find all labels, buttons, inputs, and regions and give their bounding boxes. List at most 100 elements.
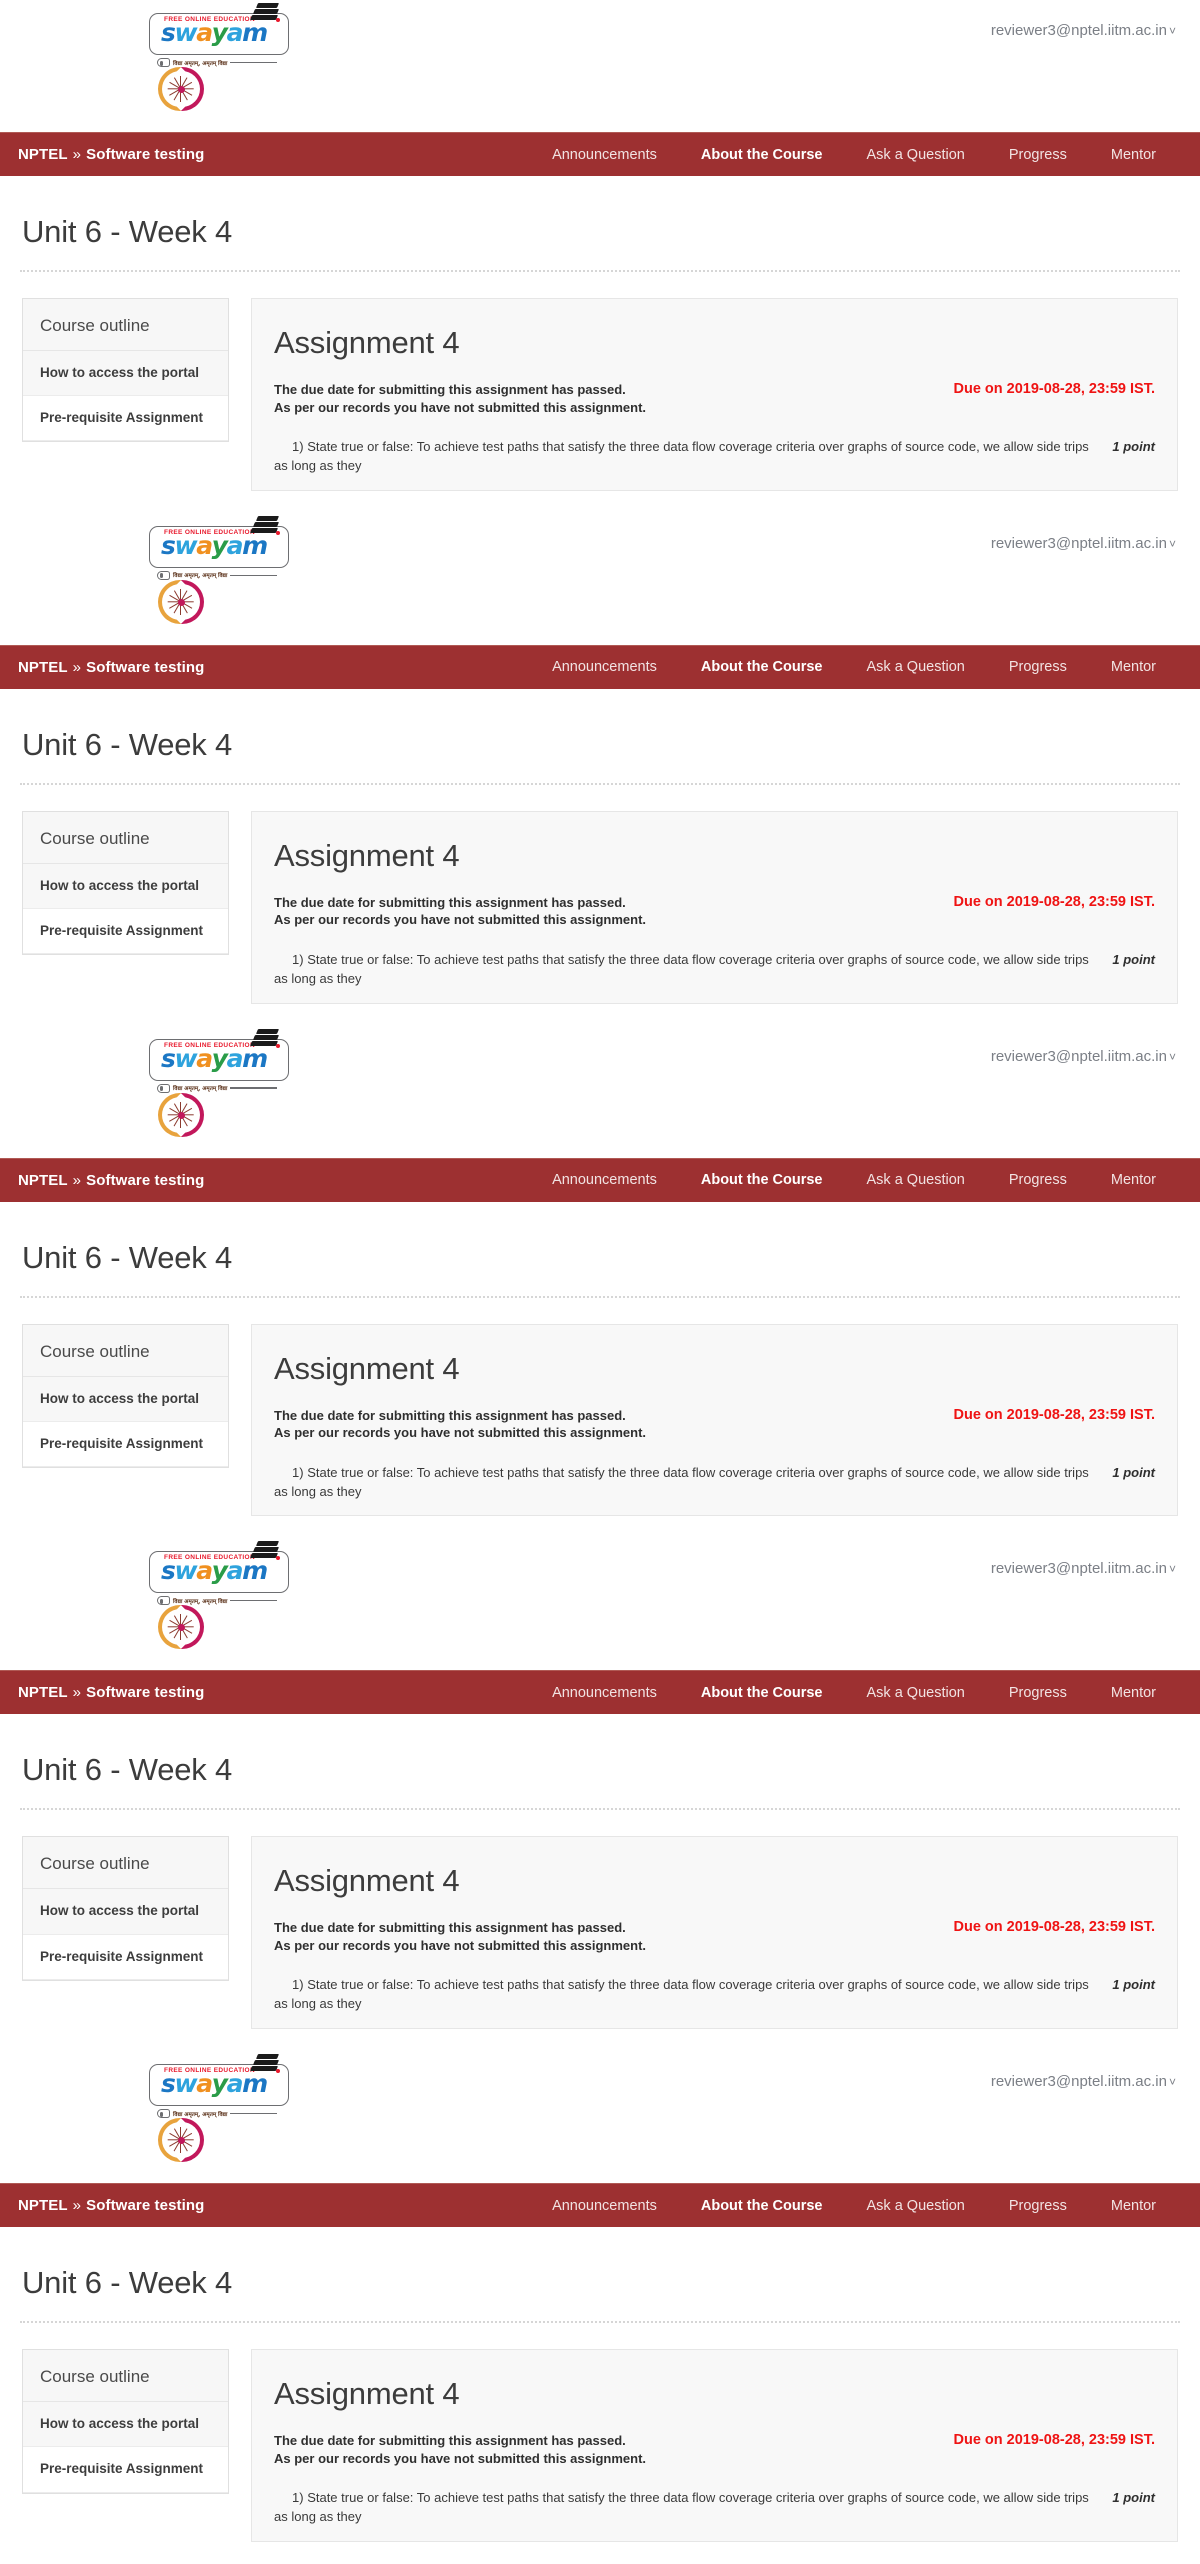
sidebar-item-how-to-access-the-portal[interactable]: How to access the portal	[23, 2402, 228, 2448]
breadcrumb-separator-icon: »	[72, 1684, 82, 1702]
user-account-menu[interactable]: reviewer3@nptel.iitm.ac.in ˅	[991, 2073, 1176, 2090]
title-divider	[20, 270, 1180, 272]
sidebar-item-pre-requisite-assignment[interactable]: Pre-requisite Assignment	[23, 2447, 228, 2493]
breadcrumb-nptel[interactable]: NPTEL	[18, 659, 68, 676]
breadcrumb-course[interactable]: Software testing	[86, 659, 204, 676]
nav-item-mentor[interactable]: Mentor	[1089, 659, 1178, 675]
user-account-menu[interactable]: reviewer3@nptel.iitm.ac.in ˅	[991, 22, 1176, 39]
content-row: Course outline How to access the portal …	[20, 2349, 1180, 2542]
breadcrumb[interactable]: NPTEL» Software testing	[18, 2197, 204, 2214]
nav-item-ask-a-question[interactable]: Ask a Question	[845, 2198, 987, 2214]
nav-item-mentor[interactable]: Mentor	[1089, 1685, 1178, 1701]
sidebar-item-how-to-access-the-portal[interactable]: How to access the portal	[23, 351, 228, 397]
nav-item-announcements[interactable]: Announcements	[530, 2198, 679, 2214]
nav-item-progress[interactable]: Progress	[987, 1685, 1089, 1701]
breadcrumb-nptel[interactable]: NPTEL	[18, 1172, 68, 1189]
assignment-status-text: The due date for submitting this assignm…	[274, 381, 646, 416]
nav-item-progress[interactable]: Progress	[987, 147, 1089, 163]
nav-item-ask-a-question[interactable]: Ask a Question	[845, 659, 987, 675]
sidebar-item-pre-requisite-assignment[interactable]: Pre-requisite Assignment	[23, 909, 228, 955]
nav-item-about-the-course[interactable]: About the Course	[679, 147, 845, 163]
due-date-badge: Due on 2019-08-28, 23:59 IST.	[953, 893, 1156, 910]
nav-item-announcements[interactable]: Announcements	[530, 1172, 679, 1188]
user-account-menu[interactable]: reviewer3@nptel.iitm.ac.in ˅	[991, 1560, 1176, 1577]
breadcrumb[interactable]: NPTEL» Software testing	[18, 659, 204, 676]
assignment-status-row: The due date for submitting this assignm…	[274, 1407, 1155, 1442]
status-line-2: As per our records you have not submitte…	[274, 1425, 647, 1441]
iitm-logo[interactable]	[158, 579, 204, 625]
breadcrumb-separator-icon: »	[72, 146, 82, 163]
status-line-1: The due date for submitting this assignm…	[274, 2433, 626, 2449]
question-number: 1)	[292, 1977, 304, 1993]
question-points: 1 point	[1112, 1977, 1155, 1993]
sidebar-item-how-to-access-the-portal[interactable]: How to access the portal	[23, 863, 228, 909]
nav-item-mentor[interactable]: Mentor	[1089, 1172, 1178, 1188]
breadcrumb-nptel[interactable]: NPTEL	[18, 1684, 68, 1701]
divider	[230, 1087, 277, 1089]
divider	[230, 61, 277, 64]
user-account-menu[interactable]: reviewer3@nptel.iitm.ac.in ˅	[991, 535, 1176, 552]
iitm-starburst	[165, 74, 197, 104]
nav-item-progress[interactable]: Progress	[987, 2198, 1089, 2214]
breadcrumb[interactable]: NPTEL» Software testing	[18, 146, 204, 163]
breadcrumb-nptel[interactable]: NPTEL	[18, 2197, 68, 2214]
iitm-logo[interactable]	[158, 1092, 204, 1138]
nav-item-progress[interactable]: Progress	[987, 659, 1089, 675]
nav-item-announcements[interactable]: Announcements	[530, 147, 679, 163]
swayam-logo[interactable]: FREE ONLINE EDUCATION swayam विद्या अमृत…	[145, 2054, 293, 2119]
swayam-logo[interactable]: FREE ONLINE EDUCATION swayam विद्या अमृत…	[145, 3, 293, 67]
sidebar-item-how-to-access-the-portal[interactable]: How to access the portal	[23, 1376, 228, 1422]
breadcrumb-nptel[interactable]: NPTEL	[18, 146, 68, 163]
divider	[230, 1600, 277, 1602]
nav-item-about-the-course[interactable]: About the Course	[679, 659, 845, 675]
title-divider	[20, 1808, 1180, 1811]
nav-item-about-the-course[interactable]: About the Course	[679, 1172, 845, 1188]
assignment-card: Assignment 4 The due date for submitting…	[251, 2349, 1178, 2542]
user-email-label: reviewer3@nptel.iitm.ac.in	[990, 2073, 1167, 2091]
assignment-status-row: The due date for submitting this assignm…	[274, 1919, 1155, 1954]
swayam-logo[interactable]: FREE ONLINE EDUCATION swayam विद्या अमृत…	[145, 1028, 293, 1093]
sidebar-item-pre-requisite-assignment[interactable]: Pre-requisite Assignment	[23, 1422, 228, 1467]
sidebar-heading: Course outline	[23, 1324, 228, 1377]
iitm-logo[interactable]	[158, 2117, 204, 2163]
breadcrumb-course[interactable]: Software testing	[86, 146, 204, 163]
nav-item-ask-a-question[interactable]: Ask a Question	[845, 147, 987, 163]
sidebar-item-how-to-access-the-portal[interactable]: How to access the portal	[23, 1889, 228, 1935]
main-navbar: NPTEL» Software testing Announcements Abo…	[0, 1157, 1200, 1202]
assignment-card: Assignment 4 The due date for submitting…	[251, 810, 1178, 1004]
swayam-logo[interactable]: FREE ONLINE EDUCATION swayam विद्या अमृत…	[145, 1541, 293, 1606]
nav-item-ask-a-question[interactable]: Ask a Question	[845, 1172, 987, 1188]
nav-item-about-the-course[interactable]: About the Course	[679, 1685, 845, 1701]
breadcrumb[interactable]: NPTEL» Software testing	[18, 1684, 204, 1701]
due-date-badge: Due on 2019-08-28, 23:59 IST.	[953, 2432, 1156, 2449]
chevron-down-icon: ˅	[1168, 1049, 1176, 1064]
iitm-logo[interactable]	[158, 1604, 204, 1650]
breadcrumb[interactable]: NPTEL» Software testing	[18, 1172, 204, 1189]
iitm-logo[interactable]	[158, 66, 204, 112]
nav-item-progress[interactable]: Progress	[987, 1172, 1089, 1188]
site-header: FREE ONLINE EDUCATION swayam विद्या अमृत…	[0, 512, 1200, 645]
assignment-card: Assignment 4 The due date for submitting…	[251, 298, 1178, 491]
page-content: Unit 6 - Week 4 Course outline How to ac…	[0, 1752, 1200, 2051]
nav-item-mentor[interactable]: Mentor	[1089, 2198, 1178, 2214]
breadcrumb-course[interactable]: Software testing	[86, 1172, 204, 1189]
logo-stack: FREE ONLINE EDUCATION swayam विद्या अमृत…	[145, 1541, 295, 1650]
breadcrumb-course[interactable]: Software testing	[86, 1684, 204, 1701]
books-icon	[249, 0, 283, 24]
question-text: State true or false: To achieve test pat…	[274, 1464, 1089, 1499]
sidebar-heading: Course outline	[23, 811, 228, 864]
user-account-menu[interactable]: reviewer3@nptel.iitm.ac.in ˅	[991, 1048, 1176, 1065]
nav-item-about-the-course[interactable]: About the Course	[679, 2198, 845, 2214]
sidebar-item-pre-requisite-assignment[interactable]: Pre-requisite Assignment	[23, 1935, 228, 1980]
iitm-starburst	[165, 1612, 197, 1642]
user-email-label: reviewer3@nptel.iitm.ac.in	[990, 1047, 1167, 1065]
swayam-logo[interactable]: FREE ONLINE EDUCATION swayam विद्या अमृत…	[145, 515, 293, 580]
assignment-status-text: The due date for submitting this assignm…	[274, 2432, 646, 2467]
nav-item-ask-a-question[interactable]: Ask a Question	[845, 1685, 987, 1701]
breadcrumb-course[interactable]: Software testing	[86, 2197, 204, 2214]
nav-item-announcements[interactable]: Announcements	[530, 1685, 679, 1701]
course-outline-sidebar: Course outline How to access the portal …	[22, 298, 229, 443]
nav-item-mentor[interactable]: Mentor	[1089, 147, 1178, 163]
sidebar-item-pre-requisite-assignment[interactable]: Pre-requisite Assignment	[23, 396, 228, 442]
nav-item-announcements[interactable]: Announcements	[530, 659, 679, 675]
